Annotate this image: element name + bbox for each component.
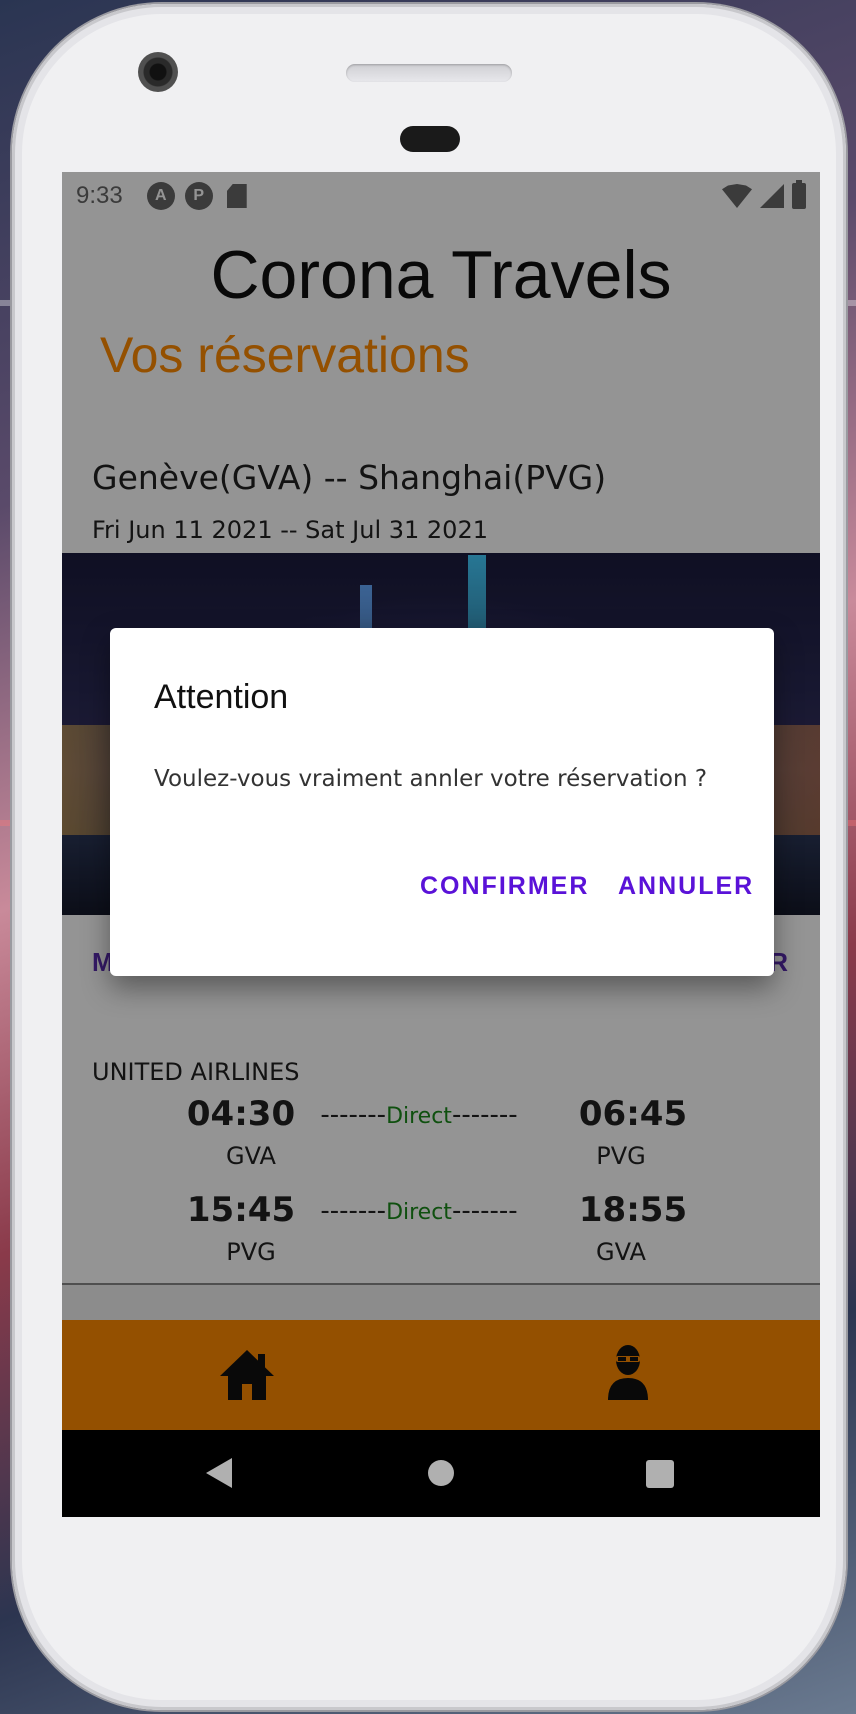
confirm-button[interactable]: CONFIRMER [420,872,589,901]
front-camera [138,52,178,92]
system-navigation [62,1430,820,1517]
confirm-dialog: Attention Voulez-vous vraiment annler vo… [110,628,774,976]
home-circle-icon[interactable] [428,1460,454,1486]
dialog-message: Voulez-vous vraiment annler votre réserv… [154,766,708,792]
phone-frame: 9:33 A P Corona Travels Vos réservations… [12,4,846,1710]
proximity-sensor [400,126,460,152]
cancel-button[interactable]: ANNULER [618,872,754,901]
earpiece-speaker [346,64,512,82]
recent-apps-icon[interactable] [646,1460,674,1488]
phone-screen: 9:33 A P Corona Travels Vos réservations… [62,172,820,1517]
dialog-title: Attention [154,678,289,716]
back-icon[interactable] [206,1458,232,1488]
